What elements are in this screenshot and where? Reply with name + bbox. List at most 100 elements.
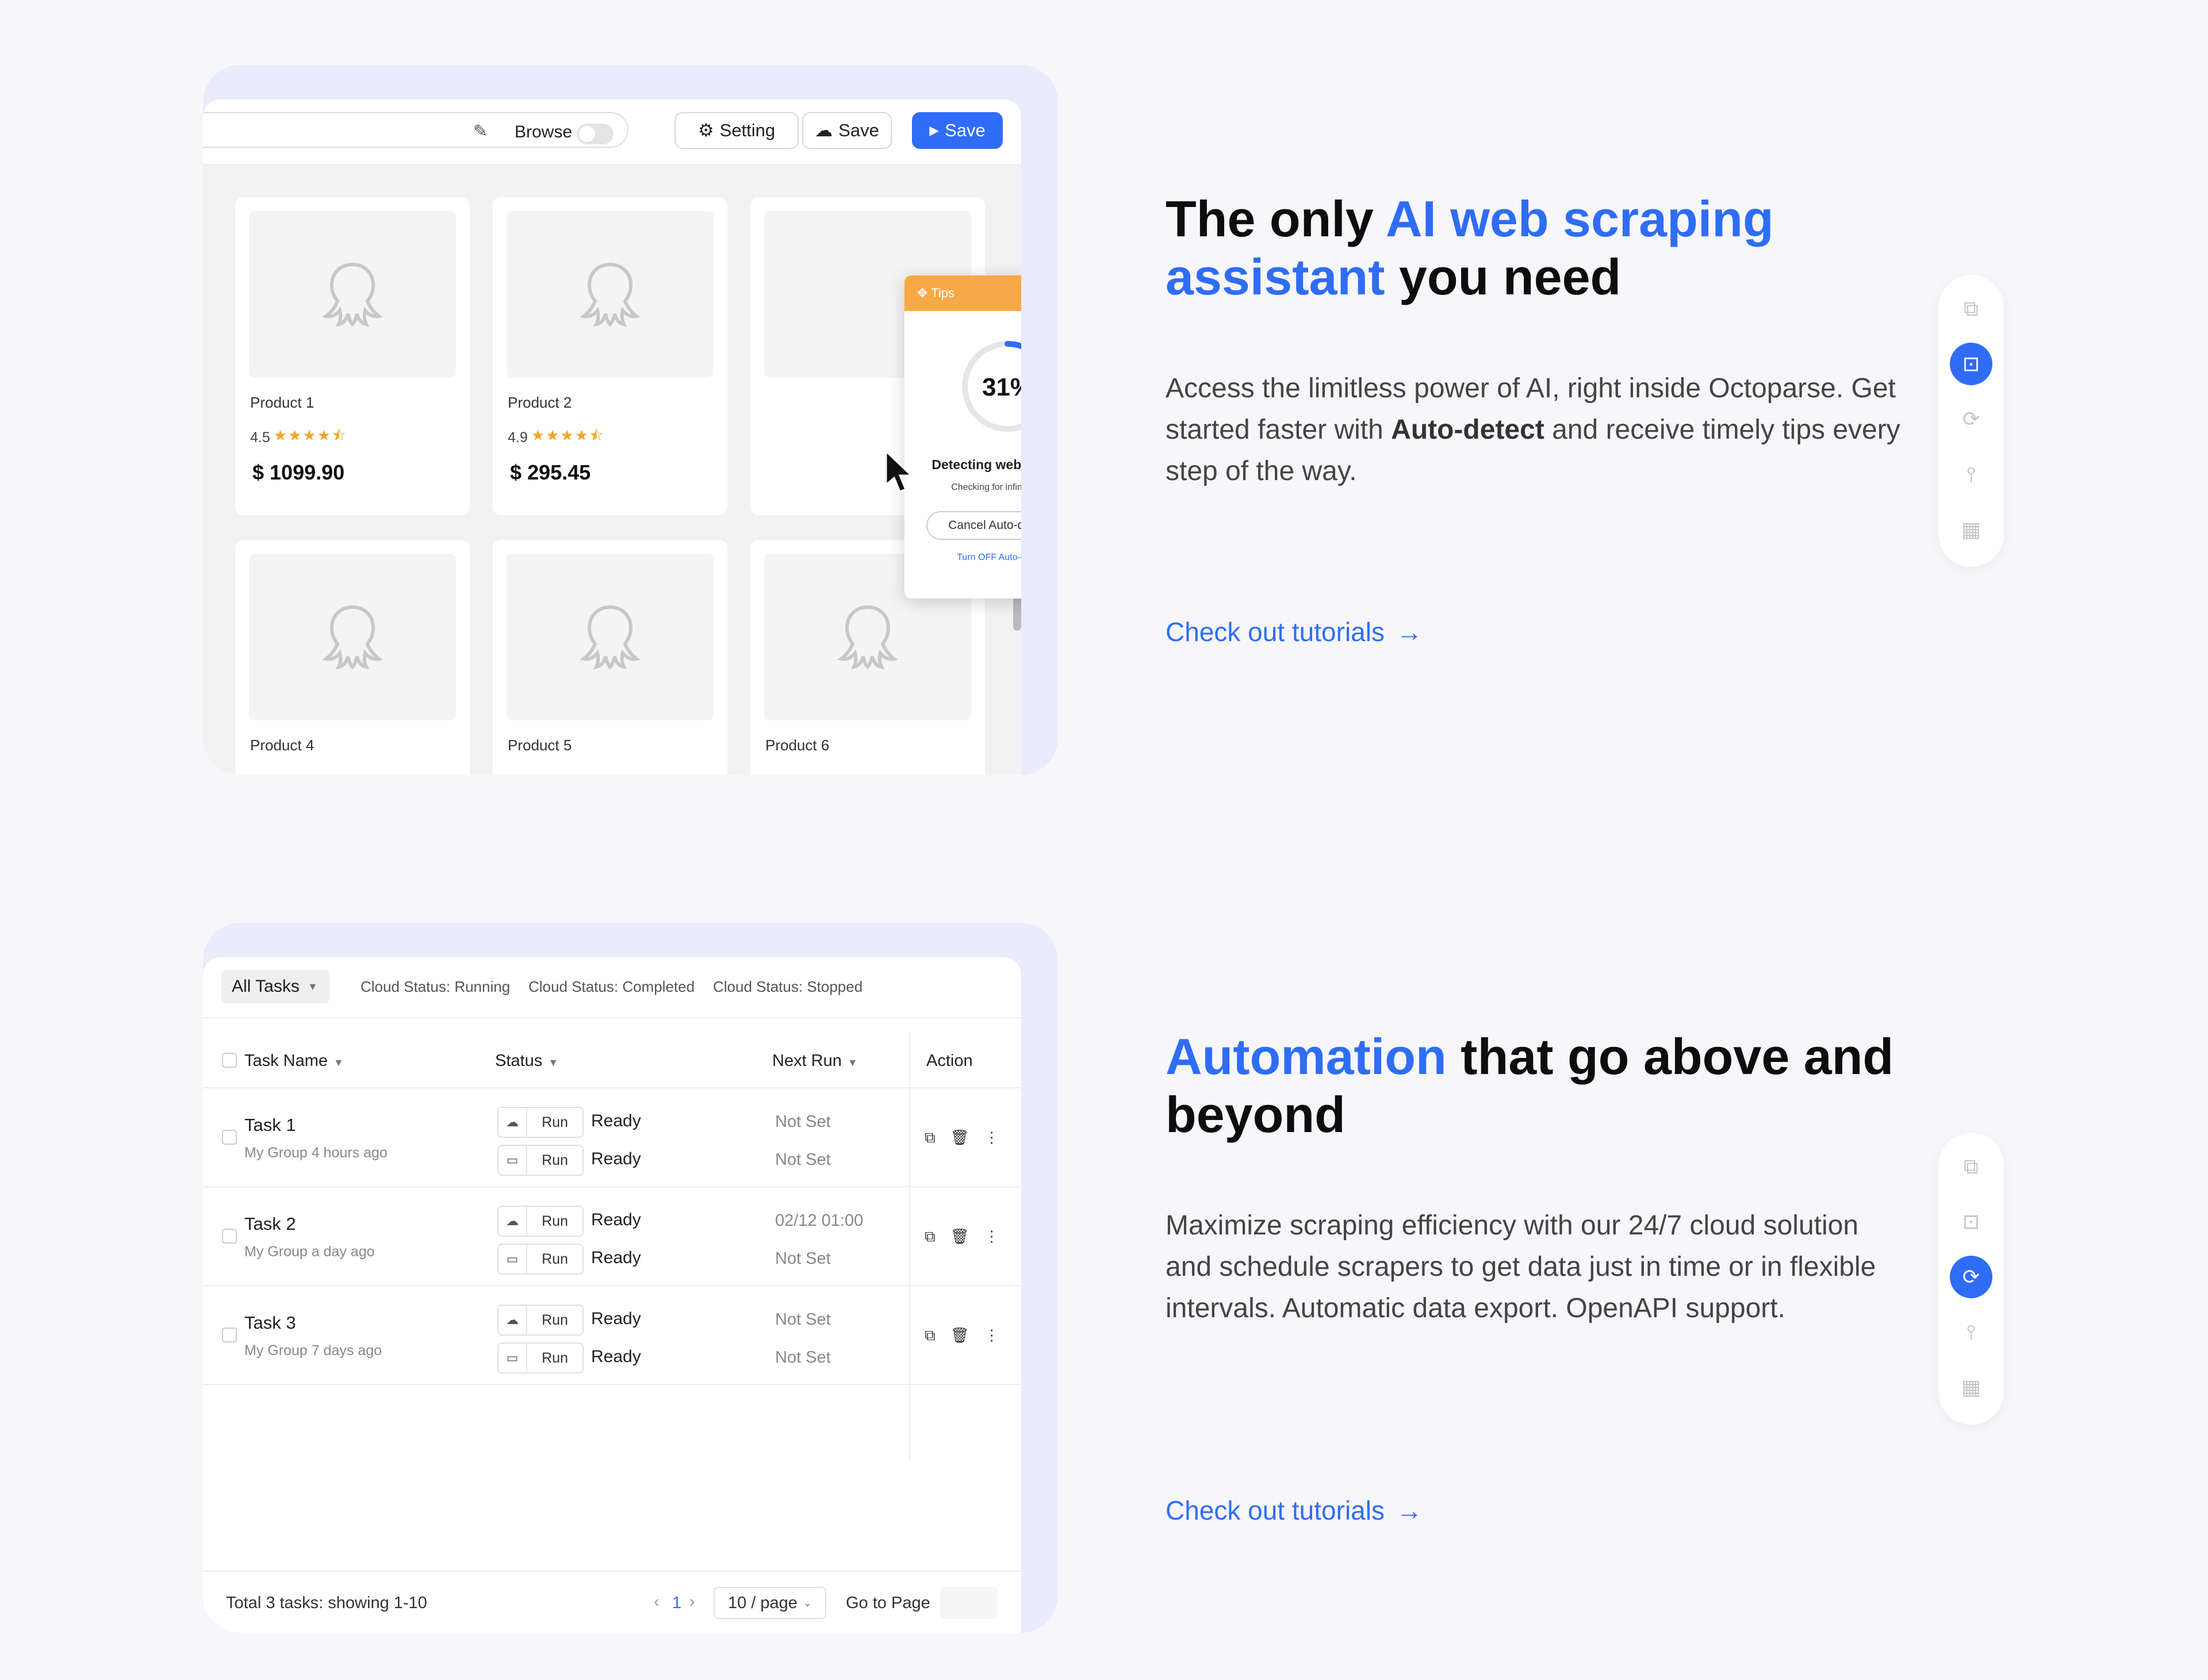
next-page-icon[interactable]: › <box>689 1593 695 1612</box>
copy-icon[interactable]: ⧉ <box>925 1326 936 1345</box>
all-tasks-dropdown[interactable]: All Tasks ▼ <box>221 970 329 1003</box>
convert-icon[interactable]: ⧉ <box>1950 287 1992 330</box>
trash-icon[interactable]: 🗑 <box>950 1129 969 1147</box>
cloud-icon: ☁ <box>499 1207 527 1236</box>
more-icon[interactable]: ⋮ <box>984 1326 999 1345</box>
go-to-page-label: Go to Page <box>846 1594 930 1612</box>
product-card[interactable]: Product 5 <box>493 540 727 775</box>
row-checkbox[interactable] <box>222 1229 237 1244</box>
product-card[interactable]: Product 2 4.9 ★★★★⯪ $ 295.45 <box>493 197 727 515</box>
table-footer: Total 3 tasks: showing 1-10 ‹ 1 › 10 / p… <box>203 1571 1021 1633</box>
check-tutorials-link[interactable]: Check out tutorials → <box>1166 1495 1423 1526</box>
local-next-run: Not Set <box>775 1150 831 1169</box>
progress-percent: 31% <box>982 373 1021 401</box>
cloud-run-button[interactable]: ☁ Run <box>497 1107 584 1138</box>
product-name: Product 1 <box>250 394 315 411</box>
select-all-checkbox[interactable] <box>222 1053 237 1068</box>
product-card[interactable]: Product 1 4.5 ★★★★⯪ $ 1099.90 <box>235 197 470 515</box>
copy-icon[interactable]: ⧉ <box>925 1228 936 1246</box>
dashboard-icon[interactable]: ▦ <box>1950 1366 1992 1409</box>
ai-detect-icon[interactable]: ⊡ <box>1950 343 1992 385</box>
run-label: Run <box>542 1311 568 1328</box>
sliders-icon[interactable]: ⫯ <box>1950 453 1992 496</box>
cloud-icon: ☁ <box>499 1108 527 1137</box>
product-price: $ 295.45 <box>510 461 591 484</box>
automation-section-paragraph: Maximize scraping efficiency with our 24… <box>1166 1210 1876 1324</box>
page-edit-icon[interactable]: ✎ <box>473 121 488 141</box>
check-tutorials-link[interactable]: Check out tutorials → <box>1166 616 1423 647</box>
task-name[interactable]: Task 1 <box>244 1115 296 1136</box>
copy-icon[interactable]: ⧉ <box>925 1129 936 1147</box>
octopus-placeholder-icon <box>580 262 641 327</box>
automation-mockup-panel: All Tasks ▼ Cloud Status: Running Cloud S… <box>203 923 1058 1633</box>
cancel-auto-detection-button[interactable]: Cancel Auto-detection <box>926 511 1021 540</box>
trash-icon[interactable]: 🗑 <box>950 1326 969 1345</box>
current-page[interactable]: 1 <box>672 1594 681 1613</box>
paragraph-bold: Auto-detect <box>1391 415 1544 445</box>
row-checkbox[interactable] <box>222 1130 237 1145</box>
ai-mockup-panel: ✎ Browse ⚙ Setting ☁ Save ▶ Save Product… <box>203 65 1058 775</box>
row-actions: ⧉ 🗑 ⋮ <box>925 1129 999 1147</box>
task-list-window: All Tasks ▼ Cloud Status: Running Cloud S… <box>203 957 1021 1633</box>
more-icon[interactable]: ⋮ <box>984 1129 999 1147</box>
heading-accent: Automation <box>1166 1028 1447 1085</box>
browse-label: Browse <box>515 122 573 141</box>
octopus-placeholder-icon <box>322 262 383 327</box>
trash-icon[interactable]: 🗑 <box>950 1228 969 1246</box>
star-rating-icon: ★★★★⯪ <box>273 427 347 444</box>
task-name[interactable]: Task 2 <box>244 1214 296 1234</box>
filter-completed[interactable]: Cloud Status: Completed <box>528 978 695 996</box>
cloud-next-run: 02/12 01:00 <box>775 1211 864 1230</box>
product-card[interactable]: Product 4 <box>235 540 470 775</box>
turn-off-auto-detection-link[interactable]: Turn OFF Auto-detection <box>904 553 1021 563</box>
octopus-placeholder-icon <box>322 605 383 670</box>
table-row[interactable]: Task 1 My Group 4 hours ago ☁ Run Ready N… <box>203 1088 1021 1187</box>
col-status-label: Status <box>495 1052 543 1070</box>
automation-section-heading: Automation that go above and beyond <box>1166 1027 1942 1144</box>
filter-running[interactable]: Cloud Status: Running <box>361 978 510 996</box>
dashboard-icon[interactable]: ▦ <box>1950 508 1992 551</box>
move-icon: ✥ <box>917 286 931 300</box>
local-run-button[interactable]: ▭ Run <box>497 1343 584 1374</box>
product-name: Product 2 <box>508 394 572 411</box>
prev-page-icon[interactable]: ‹ <box>654 1593 660 1612</box>
local-run-button[interactable]: ▭ Run <box>497 1244 584 1275</box>
tips-header[interactable]: ✥ Tips ⌃ <box>904 275 1021 311</box>
tips-title: Tips <box>931 286 954 300</box>
sort-caret-icon: ▼ <box>334 1057 344 1068</box>
mockup-toolbar: ✎ Browse ⚙ Setting ☁ Save ▶ Save <box>203 99 1021 165</box>
cloud-run-button[interactable]: ☁ Run <box>497 1305 584 1336</box>
row-checkbox[interactable] <box>222 1328 237 1343</box>
save-primary-label: Save <box>945 120 986 140</box>
col-next-run[interactable]: Next Run ▼ <box>772 1052 858 1071</box>
ai-detect-icon[interactable]: ⊡ <box>1950 1200 1992 1243</box>
col-status[interactable]: Status ▼ <box>495 1052 558 1071</box>
sliders-icon[interactable]: ⫯ <box>1950 1311 1992 1353</box>
local-run-button[interactable]: ▭ Run <box>497 1145 584 1176</box>
table-row[interactable]: Task 2 My Group a day ago ☁ Run Ready 02/… <box>203 1187 1021 1286</box>
product-image <box>249 211 456 378</box>
all-tasks-label: All Tasks <box>232 977 300 996</box>
cloud-sync-icon[interactable]: ⟳ <box>1950 398 1992 440</box>
cloud-save-button[interactable]: ☁ Save <box>802 112 892 149</box>
product-name: Product 5 <box>508 737 572 754</box>
task-filters: All Tasks ▼ Cloud Status: Running Cloud S… <box>203 957 1021 1018</box>
col-task-name[interactable]: Task Name ▼ <box>244 1052 344 1071</box>
row-actions: ⧉ 🗑 ⋮ <box>925 1326 999 1345</box>
setting-button[interactable]: ⚙ Setting <box>674 112 799 149</box>
cloud-sync-icon[interactable]: ⟳ <box>1950 1256 1992 1298</box>
browse-toggle[interactable] <box>577 124 614 144</box>
page-size-select[interactable]: 10 / page ⌄ <box>714 1587 826 1619</box>
star-rating-icon: ★★★★⯪ <box>531 427 605 444</box>
convert-icon[interactable]: ⧉ <box>1950 1145 1992 1188</box>
cloud-status: Ready <box>591 1309 641 1328</box>
table-row[interactable]: Task 3 My Group 7 days ago ☁ Run Ready No… <box>203 1286 1021 1385</box>
ai-section-heading: The only AI web scraping assistant you n… <box>1166 190 1942 306</box>
save-run-button[interactable]: ▶ Save <box>912 112 1003 149</box>
more-icon[interactable]: ⋮ <box>984 1228 999 1246</box>
filter-stopped[interactable]: Cloud Status: Stopped <box>713 978 862 996</box>
task-name[interactable]: Task 3 <box>244 1313 296 1333</box>
cloud-run-button[interactable]: ☁ Run <box>497 1206 584 1237</box>
monitor-icon: ▭ <box>499 1245 527 1274</box>
go-to-page-input[interactable] <box>940 1587 998 1619</box>
